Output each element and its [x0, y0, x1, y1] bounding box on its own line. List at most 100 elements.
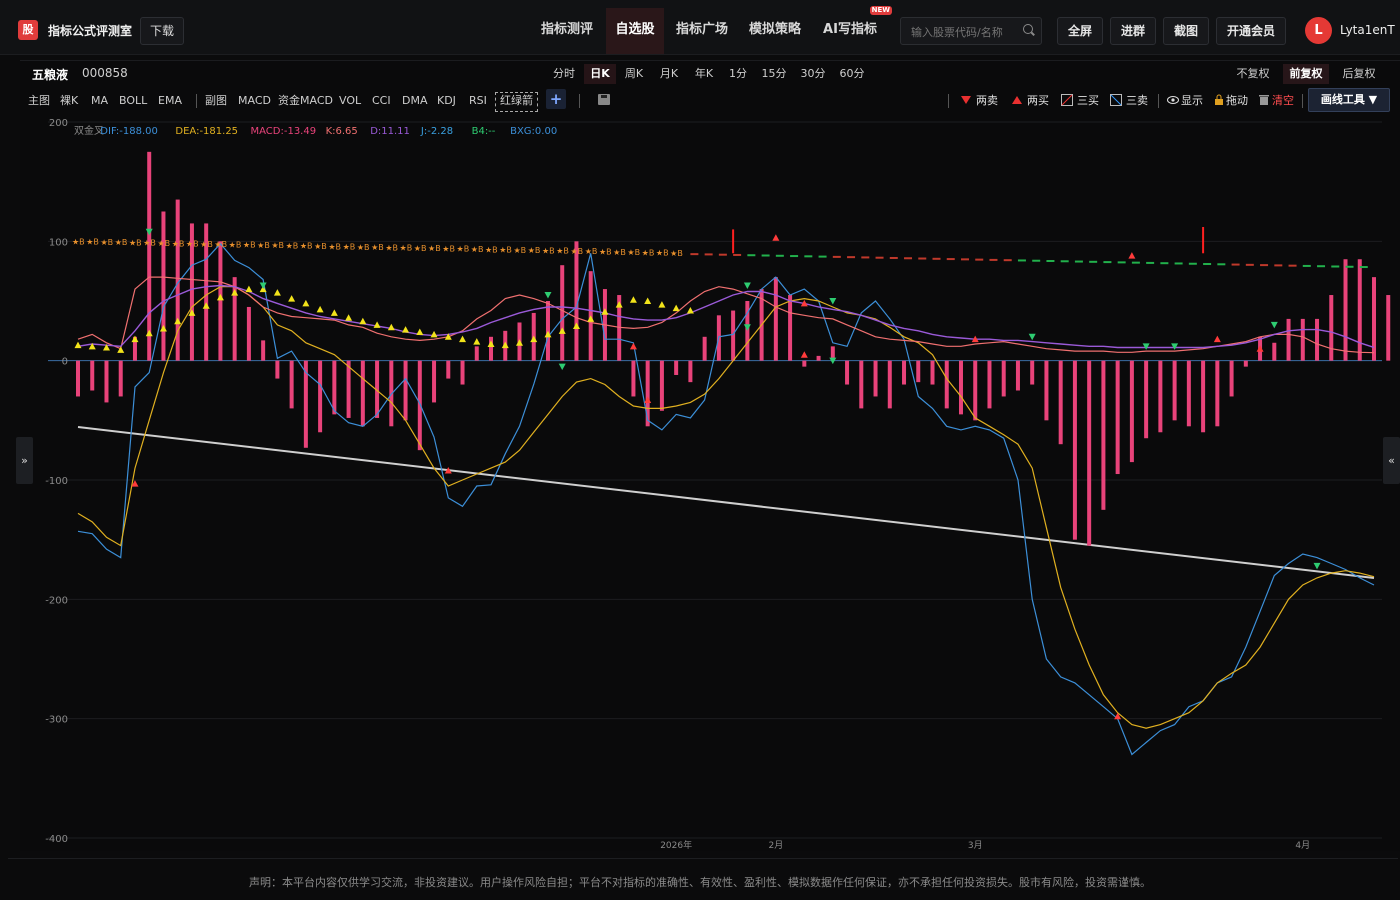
macd-bar — [560, 265, 565, 361]
legend-item: B4:-- — [472, 126, 496, 137]
nav-indicator-review[interactable]: 指标测评 — [533, 8, 601, 54]
green-signal-triangle — [145, 228, 153, 236]
two-buy-tool[interactable]: 两买 — [1027, 92, 1049, 110]
ind-red-green-arrow[interactable]: 红绿箭 — [495, 92, 538, 112]
macd-bar — [1386, 295, 1391, 361]
membership-button[interactable]: 开通会员 — [1216, 17, 1286, 45]
period-monthly[interactable]: 月K — [655, 64, 683, 84]
nav-indicator-square[interactable]: 指标广场 — [669, 8, 735, 54]
ind-cci[interactable]: CCI — [372, 92, 391, 110]
yellow-signal-triangle — [672, 304, 680, 312]
avatar[interactable]: L — [1305, 17, 1332, 44]
save-icon[interactable] — [598, 94, 610, 105]
macd-bar — [1058, 360, 1063, 445]
ind-ma[interactable]: MA — [91, 92, 108, 110]
macd-bar — [1315, 318, 1320, 361]
divider — [579, 94, 580, 108]
ind-sub[interactable]: 副图 — [205, 92, 227, 110]
yellow-signal-triangle — [359, 317, 367, 325]
screenshot-button[interactable]: 截图 — [1163, 17, 1209, 45]
app-logo[interactable]: 股 — [18, 20, 38, 40]
trend-line[interactable] — [77, 426, 1375, 579]
download-button[interactable]: 下载 — [140, 17, 184, 45]
green-signal-triangle — [558, 363, 566, 371]
ind-main[interactable]: 主图 — [28, 92, 50, 110]
search-input[interactable] — [909, 22, 1018, 42]
yellow-signal-triangle — [530, 335, 538, 343]
brand-name[interactable]: 指标公式评测室 — [48, 22, 132, 39]
period-yearly[interactable]: 年K — [690, 64, 718, 84]
yellow-signal-triangle — [145, 329, 153, 337]
period-intraday[interactable]: 分时 — [550, 64, 578, 84]
macd-bar — [489, 336, 494, 361]
macd-bar — [332, 360, 337, 415]
drag-tool[interactable]: 拖动 — [1226, 92, 1248, 110]
macd-bar — [1201, 360, 1206, 433]
period-15min[interactable]: 15分 — [759, 64, 789, 84]
b-signal-mark: ★B — [642, 248, 655, 257]
ind-fund-macd[interactable]: 资金MACD — [278, 92, 333, 110]
rights-backward[interactable]: 后复权 — [1338, 64, 1380, 84]
username[interactable]: Lyta1enT — [1340, 23, 1395, 37]
ind-vol[interactable]: VOL — [339, 92, 361, 110]
nav-ai-write-indicator[interactable]: AI写指标 NEW — [818, 6, 892, 54]
ind-kdj[interactable]: KDJ — [437, 92, 456, 110]
rights-forward[interactable]: 前复权 — [1283, 64, 1329, 84]
period-1min[interactable]: 1分 — [724, 64, 752, 84]
macd-bar — [1229, 360, 1234, 397]
y-tick-label: -400 — [45, 834, 68, 845]
expand-left-button[interactable]: » — [16, 437, 33, 484]
macd-bar — [1072, 360, 1077, 540]
period-60min[interactable]: 60分 — [837, 64, 867, 84]
macd-bar — [645, 360, 650, 427]
expand-right-button[interactable]: « — [1383, 437, 1400, 484]
draw-tools-button[interactable]: 画线工具 ▼ — [1308, 88, 1390, 112]
period-weekly[interactable]: 周K — [620, 64, 648, 84]
three-sell-tool[interactable]: 三卖 — [1126, 92, 1148, 110]
macd-bar — [1172, 360, 1177, 421]
yellow-signal-triangle — [459, 335, 467, 343]
clear-tool[interactable]: 清空 — [1272, 92, 1294, 110]
sell-triangle-icon — [961, 96, 971, 104]
stock-name: 五粮液 — [32, 68, 69, 82]
b-signal-mark: ★B — [570, 247, 583, 256]
yellow-signal-triangle — [316, 305, 324, 313]
two-sell-tool[interactable]: 两卖 — [976, 92, 998, 110]
green-signal-triangle — [1313, 562, 1321, 570]
ind-dma[interactable]: DMA — [402, 92, 428, 110]
ind-macd[interactable]: MACD — [238, 92, 271, 110]
macd-bar — [460, 360, 465, 385]
macd-bar — [1372, 277, 1376, 361]
divider — [1302, 94, 1303, 108]
nav-watchlist[interactable]: 自选股 — [606, 8, 664, 54]
fullscreen-button[interactable]: 全屏 — [1057, 17, 1103, 45]
nav-simulated-strategy[interactable]: 模拟策略 — [742, 8, 808, 54]
yellow-signal-triangle — [558, 327, 566, 334]
macd-bar — [1329, 295, 1334, 361]
ind-rsi[interactable]: RSI — [469, 92, 487, 110]
green-signal-triangle — [1270, 321, 1278, 329]
macd-chart[interactable]: 2001000-100-200-300-400 2026年 2月 3月 4月 ★B ★B… — [0, 110, 1400, 860]
ind-ema[interactable]: EMA — [158, 92, 182, 110]
divider — [8, 858, 1398, 859]
join-group-button[interactable]: 进群 — [1110, 17, 1156, 45]
ind-boll[interactable]: BOLL — [119, 92, 147, 110]
macd-bar — [631, 360, 636, 397]
b-signal-mark: ★B — [86, 238, 99, 247]
show-tool[interactable]: 显示 — [1181, 92, 1203, 110]
three-buy-tool[interactable]: 三买 — [1077, 92, 1099, 110]
yellow-signal-triangle — [430, 330, 438, 338]
search-icon[interactable] — [1023, 24, 1033, 34]
b-signal-mark: ★B — [243, 241, 256, 250]
lock-icon — [1215, 94, 1223, 105]
period-30min[interactable]: 30分 — [798, 64, 828, 84]
stock-search[interactable] — [900, 17, 1042, 45]
ind-naked-k[interactable]: 裸K — [60, 92, 78, 110]
macd-bar — [90, 360, 95, 391]
macd-bar — [773, 277, 778, 361]
period-daily[interactable]: 日K — [584, 64, 616, 84]
rights-none[interactable]: 不复权 — [1232, 64, 1274, 84]
add-indicator-button[interactable]: + — [546, 89, 566, 109]
macd-bar — [1101, 360, 1106, 510]
macd-bar — [246, 306, 251, 361]
